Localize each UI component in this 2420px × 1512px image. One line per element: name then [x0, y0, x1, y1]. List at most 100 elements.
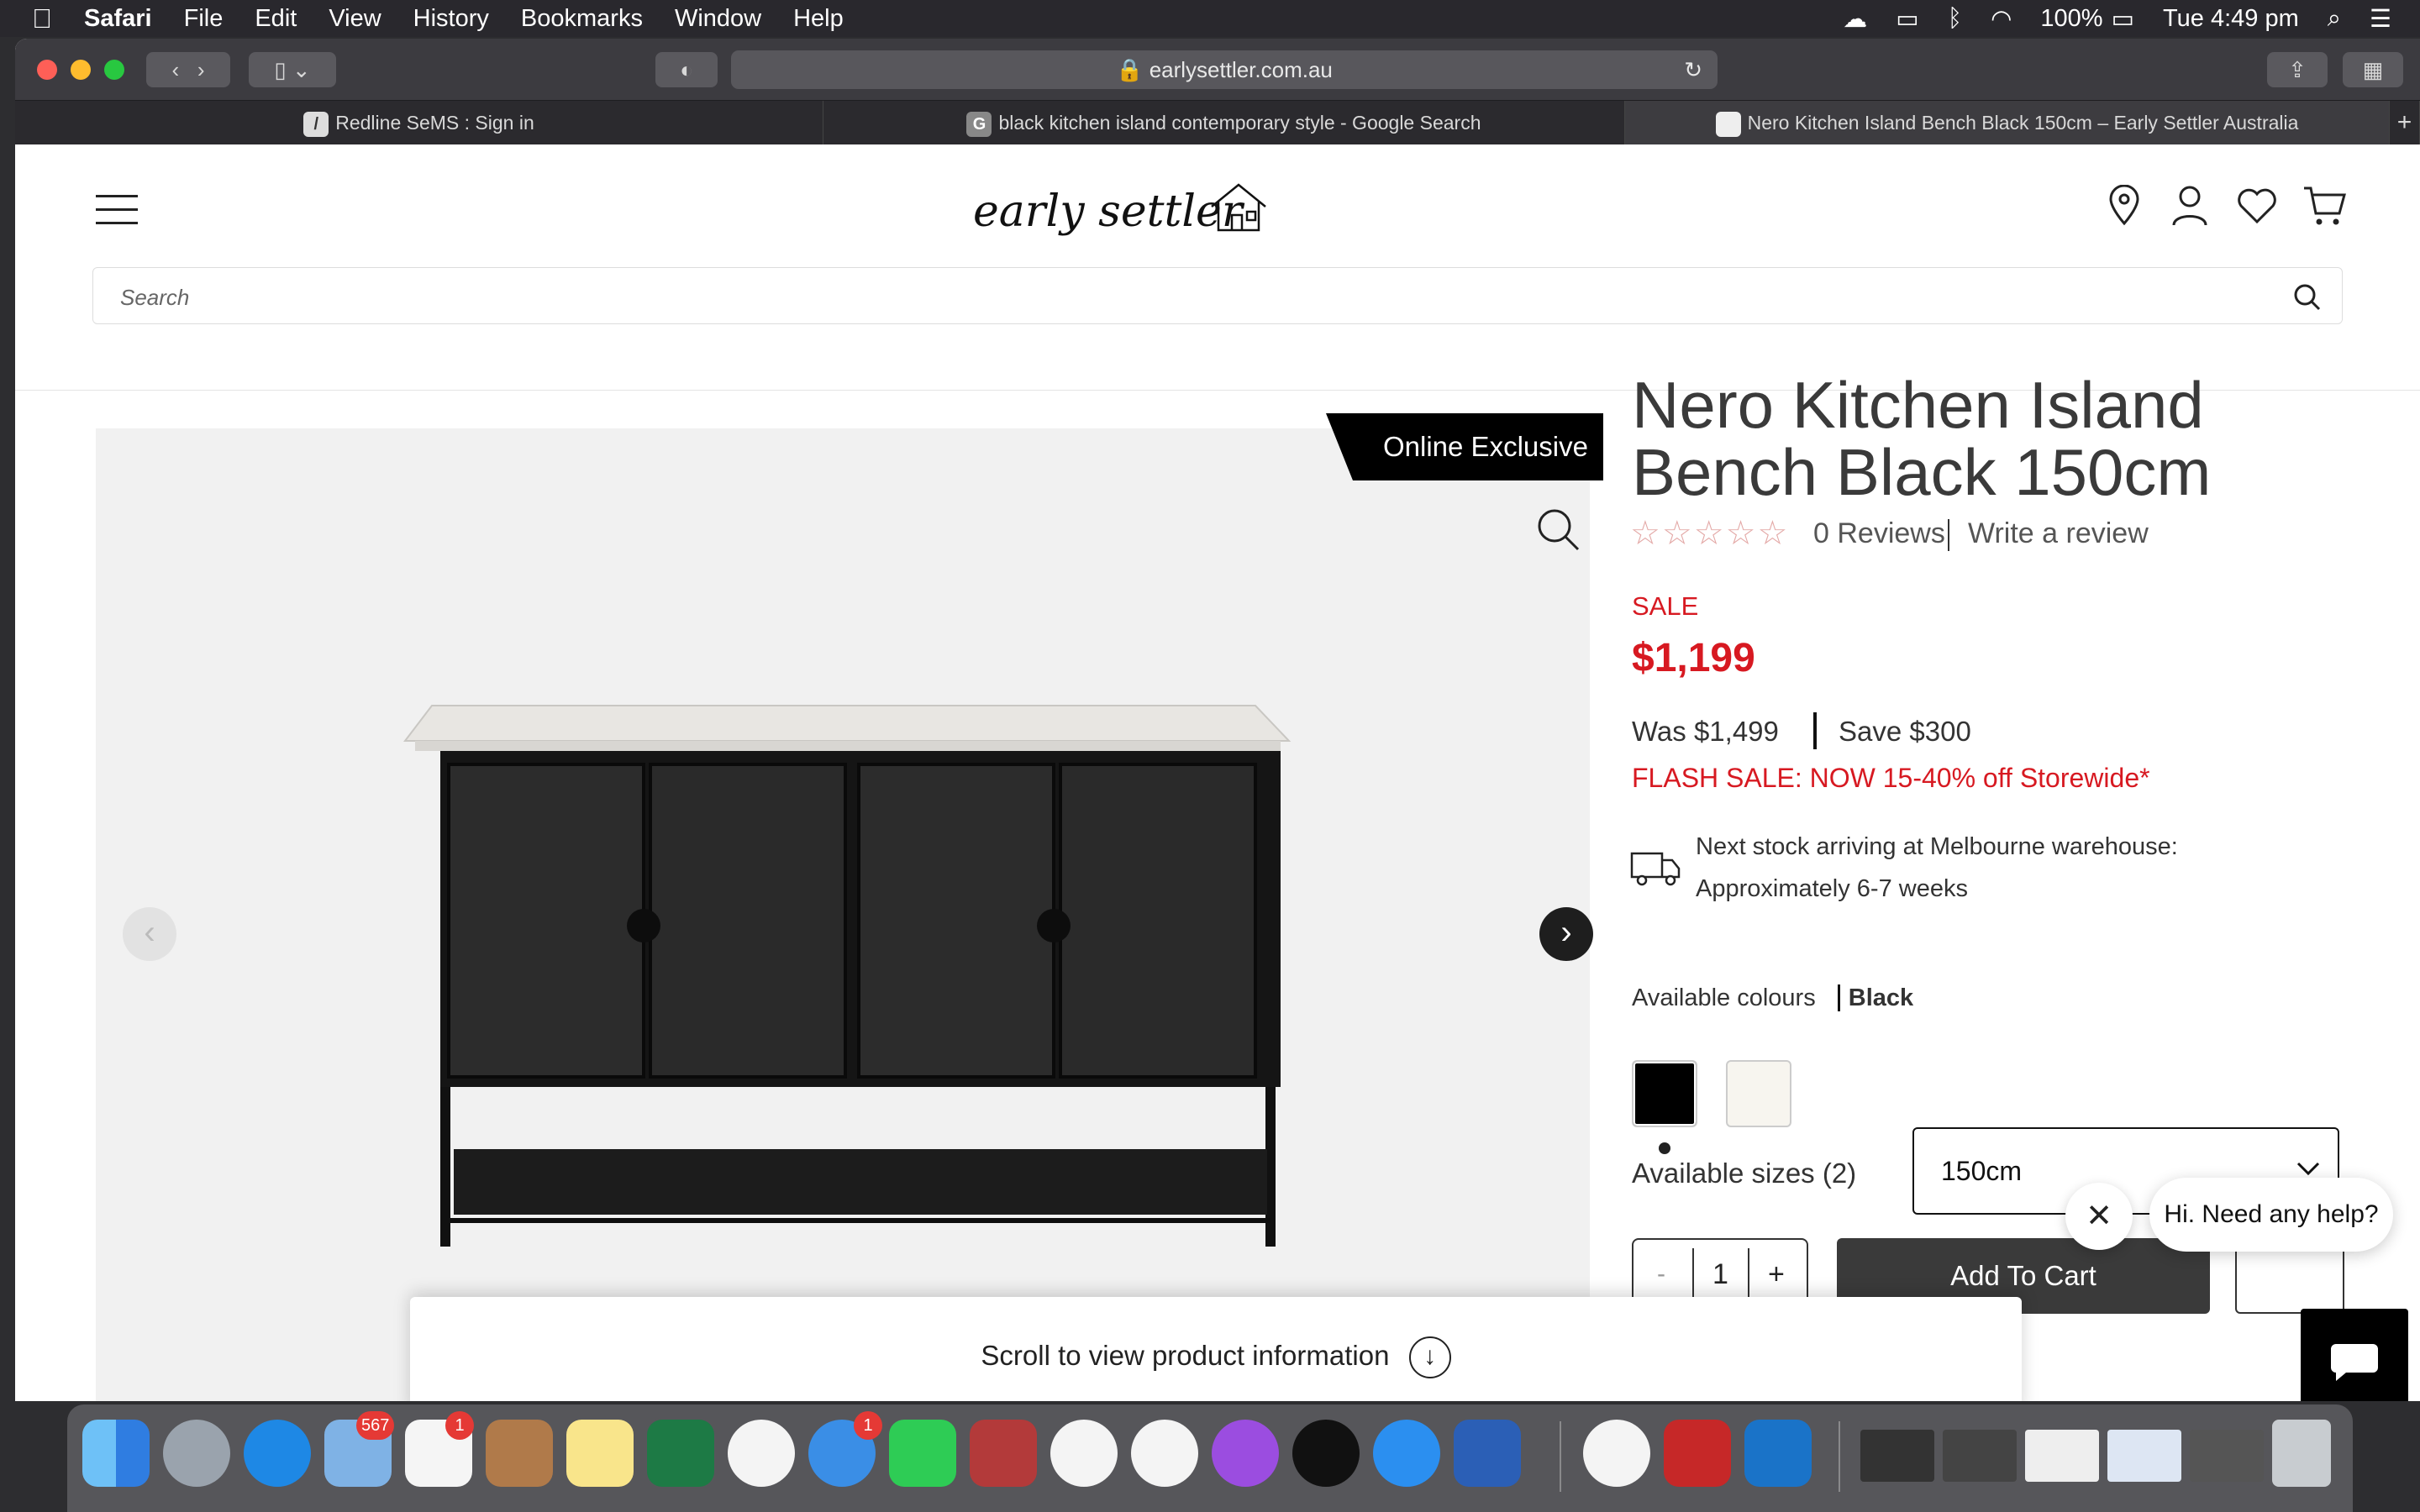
google-favicon-icon: G	[966, 111, 992, 137]
photos-icon[interactable]	[728, 1420, 795, 1487]
news-icon[interactable]	[1050, 1420, 1118, 1487]
menu-window[interactable]: Window	[675, 5, 761, 33]
scroll-hint-bar[interactable]: Scroll to view product information ↓	[410, 1297, 2022, 1401]
contacts-icon[interactable]	[486, 1420, 553, 1487]
chrome-icon[interactable]	[1583, 1420, 1650, 1487]
sidebar-toggle-button[interactable]: ▯ ⌄	[249, 52, 336, 87]
chat-launcher-button[interactable]	[2301, 1309, 2408, 1401]
launchpad-icon[interactable]	[163, 1420, 230, 1487]
chat-icon	[2331, 1344, 2378, 1381]
grid-icon: ▦	[2362, 57, 2384, 82]
site-search-input[interactable]: Search	[92, 267, 2343, 324]
gallery-next-button[interactable]: ›	[1539, 907, 1593, 961]
creative-cloud-icon[interactable]: ☁	[1843, 4, 1867, 34]
bluetooth-icon[interactable]: ᛒ	[1948, 5, 1962, 33]
gallery-prev-button[interactable]: ‹	[123, 907, 176, 961]
product-image[interactable]	[96, 428, 1590, 1401]
trash-icon[interactable]	[2272, 1420, 2331, 1487]
chevron-left-icon: ‹	[144, 914, 155, 951]
apple-menu-icon[interactable]: 	[32, 3, 52, 34]
site-logo[interactable]: early settler	[973, 181, 1267, 240]
menu-history[interactable]: History	[413, 5, 489, 33]
back-forward-buttons[interactable]: ‹ ›	[146, 52, 230, 87]
word-icon[interactable]	[1454, 1420, 1521, 1487]
menu-help[interactable]: Help	[793, 5, 844, 33]
podcasts-icon[interactable]	[1212, 1420, 1279, 1487]
close-icon: ✕	[2086, 1199, 2112, 1234]
new-tab-button[interactable]: +	[2390, 101, 2420, 144]
reviews-count[interactable]: 0 Reviews	[1813, 517, 1945, 550]
minimized-window-thumbnail[interactable]	[1943, 1430, 2017, 1482]
minimized-window-thumbnail[interactable]	[2107, 1430, 2181, 1482]
tab-early-settler[interactable]: Nero Kitchen Island Bench Black 150cm – …	[1625, 101, 2390, 144]
control-center-icon[interactable]: ☰	[2370, 4, 2391, 34]
close-window-button[interactable]	[37, 60, 57, 80]
finder-icon[interactable]	[82, 1420, 150, 1487]
url-text: earlysettler.com.au	[1149, 57, 1333, 82]
minimize-window-button[interactable]	[71, 60, 91, 80]
cart-icon[interactable]	[2302, 185, 2346, 227]
colour-swatch-white[interactable]	[1726, 1060, 1791, 1127]
menu-bookmarks[interactable]: Bookmarks	[521, 5, 643, 33]
app-store-icon[interactable]	[1373, 1420, 1440, 1487]
qty-value[interactable]: 1	[1712, 1258, 1728, 1291]
account-icon[interactable]	[2171, 185, 2208, 227]
search-icon[interactable]	[2293, 283, 2322, 312]
excel-icon[interactable]	[647, 1420, 714, 1487]
apple-tv-icon[interactable]	[1292, 1420, 1360, 1487]
messages-badge: 1	[854, 1411, 882, 1440]
photo-booth-icon[interactable]	[970, 1420, 1037, 1487]
safari-icon[interactable]	[244, 1420, 311, 1487]
forward-icon[interactable]: ›	[197, 57, 205, 82]
notes-icon[interactable]	[566, 1420, 634, 1487]
spotlight-icon[interactable]: ⌕	[2328, 5, 2341, 33]
chat-help-bubble[interactable]: Hi. Need any help?	[2149, 1178, 2393, 1252]
house-logo-icon	[1211, 183, 1266, 232]
minimized-window-thumbnail[interactable]	[2190, 1430, 2264, 1482]
dock-separator	[1839, 1421, 1840, 1492]
web-page: early settler Search ‹ › Online Exclusiv…	[15, 144, 2420, 1401]
acrobat-icon[interactable]	[1664, 1420, 1731, 1487]
wishlist-heart-icon[interactable]	[2237, 188, 2277, 223]
minimized-window-thumbnail[interactable]	[2025, 1430, 2099, 1482]
close-chat-button[interactable]: ✕	[2065, 1183, 2133, 1250]
back-icon[interactable]: ‹	[171, 57, 179, 82]
outlook-icon[interactable]	[1744, 1420, 1812, 1487]
dock: 567 1 1	[67, 1404, 2353, 1512]
write-review-link[interactable]: Write a review	[1968, 517, 2149, 550]
save-amount: Save $300	[1839, 716, 1971, 747]
qty-plus-button[interactable]: +	[1768, 1258, 1785, 1291]
app-menu[interactable]: Safari	[84, 5, 152, 33]
menu-view[interactable]: View	[329, 5, 381, 33]
wifi-icon[interactable]: ◠	[1991, 4, 2012, 34]
airplay-icon[interactable]: ▭	[1896, 4, 1918, 34]
zoom-magnifier-icon[interactable]	[1536, 507, 1581, 553]
facetime-icon[interactable]	[889, 1420, 956, 1487]
privacy-report-button[interactable]: ◐	[655, 52, 718, 87]
tab-overview-button[interactable]: ▦	[2343, 52, 2403, 87]
selected-swatch-dot	[1659, 1142, 1670, 1154]
address-bar[interactable]: 🔒 earlysettler.com.au ↻	[731, 50, 1718, 89]
qty-minus-button[interactable]: -	[1657, 1260, 1665, 1289]
minimized-window-thumbnail[interactable]	[1860, 1430, 1934, 1482]
hamburger-menu-icon[interactable]	[96, 195, 138, 225]
music-icon[interactable]	[1131, 1420, 1198, 1487]
product-title: Nero Kitchen Island Bench Black 150cm	[1632, 368, 2212, 509]
menu-edit[interactable]: Edit	[255, 5, 297, 33]
selected-colour: Black	[1837, 984, 1914, 1011]
tab-google-search[interactable]: Gblack kitchen island contemporary style…	[823, 101, 1625, 144]
battery-percent[interactable]: 100%	[2040, 5, 2102, 33]
store-locator-icon[interactable]	[2107, 185, 2141, 227]
available-colours-label: Available colours Black	[1632, 984, 1914, 1012]
delivery-truck-icon	[1630, 852, 1681, 886]
menu-file[interactable]: File	[184, 5, 224, 33]
colour-swatch-black[interactable]	[1632, 1060, 1697, 1127]
rating-stars-icon: ☆☆☆☆☆	[1630, 515, 1790, 552]
reload-icon[interactable]: ↻	[1684, 50, 1702, 89]
tab-redline[interactable]: / Redline SeMS : Sign in	[15, 101, 823, 144]
clock[interactable]: Tue 4:49 pm	[2163, 5, 2299, 33]
share-button[interactable]: ⇪	[2267, 52, 2328, 87]
search-placeholder: Search	[120, 285, 190, 310]
zoom-window-button[interactable]	[104, 60, 124, 80]
battery-icon[interactable]: ▭	[2112, 4, 2134, 34]
